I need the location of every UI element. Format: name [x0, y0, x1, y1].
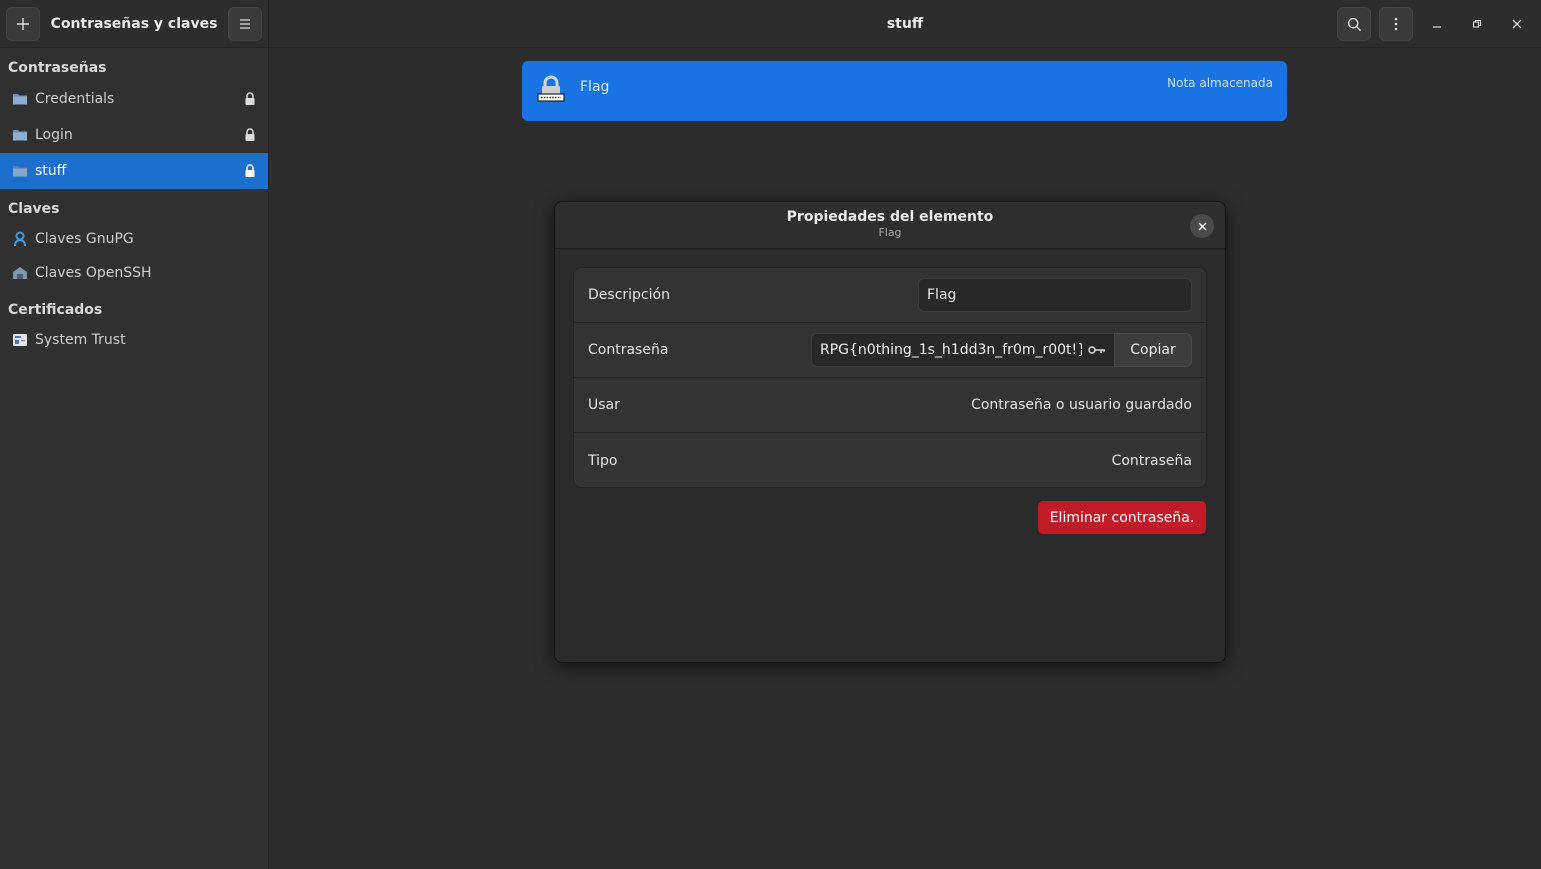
minimize-icon — [1433, 26, 1441, 28]
section-title-passwords: Contraseñas — [8, 60, 107, 76]
sidebar-item-label: Claves GnuPG — [35, 231, 134, 247]
search-icon — [1347, 17, 1361, 31]
folder-icon — [12, 91, 28, 107]
folder-icon — [12, 127, 28, 143]
lock-icon — [244, 92, 256, 106]
restore-icon — [1472, 19, 1482, 28]
header-actions — [1337, 7, 1533, 41]
properties-list: Descripción Flag Contraseña RPG{n0thing_… — [573, 267, 1207, 488]
description-field[interactable]: Flag — [918, 278, 1192, 312]
lock-icon — [244, 164, 256, 178]
dialog-subtitle: Flag — [878, 226, 902, 239]
add-button[interactable] — [6, 6, 40, 41]
gnupg-key-icon — [12, 231, 28, 247]
main-menu-button[interactable] — [228, 6, 262, 41]
certificate-icon — [12, 332, 28, 348]
ssh-key-icon — [12, 265, 28, 281]
password-field[interactable]: RPG{n0thing_1s_h1dd3n_fr0m_r00t!} — [811, 333, 1114, 367]
close-icon — [1512, 19, 1522, 29]
description-row: Descripción Flag — [574, 268, 1206, 323]
sidebar-item-label: Credentials — [35, 91, 115, 107]
lock-icon — [244, 128, 256, 142]
description-value: Flag — [927, 287, 957, 303]
minimize-button[interactable] — [1421, 7, 1453, 41]
sidebar: Contraseñas y claves Contraseñas Credent… — [0, 0, 269, 869]
type-value: Contraseña — [1111, 452, 1192, 469]
main-header: stuff — [269, 0, 1541, 48]
kebab-menu-icon — [1394, 17, 1398, 31]
close-icon — [1197, 221, 1207, 231]
app-title: Contraseñas y claves — [50, 15, 218, 32]
sidebar-item-label: Claves OpenSSH — [35, 265, 152, 281]
folder-icon — [12, 163, 28, 179]
sidebar-item-system-trust[interactable]: System Trust — [0, 322, 268, 358]
stored-note-lock-icon — [536, 75, 566, 107]
section-title-keys: Claves — [8, 201, 60, 217]
sidebar-item-label: Login — [35, 127, 73, 143]
item-properties-dialog: Propiedades del elemento Flag Descripció… — [554, 201, 1226, 663]
dialog-title: Propiedades del elemento — [786, 209, 994, 225]
dialog-header: Propiedades del elemento Flag — [555, 202, 1225, 249]
section-title-certificates: Certificados — [8, 302, 103, 318]
sidebar-item-openssh[interactable]: Claves OpenSSH — [0, 255, 268, 291]
maximize-button[interactable] — [1461, 7, 1493, 41]
type-label: Tipo — [588, 452, 618, 469]
sidebar-item-label: stuff — [35, 163, 67, 179]
usage-row: Usar Contraseña o usuario guardado — [574, 378, 1206, 433]
copy-password-button[interactable]: Copiar — [1114, 333, 1192, 367]
sidebar-header: Contraseñas y claves — [0, 0, 268, 48]
sidebar-item-credentials[interactable]: Credentials — [0, 81, 268, 117]
type-row: Tipo Contraseña — [574, 433, 1206, 487]
more-options-button[interactable] — [1379, 7, 1413, 41]
usage-label: Usar — [588, 397, 620, 413]
sidebar-item-label: System Trust — [35, 332, 126, 348]
close-window-button[interactable] — [1501, 7, 1533, 41]
usage-value: Contraseña o usuario guardado — [971, 397, 1192, 413]
hamburger-icon — [240, 18, 250, 29]
dialog-close-button[interactable] — [1190, 214, 1214, 238]
password-value: RPG{n0thing_1s_h1dd3n_fr0m_r00t!} — [820, 342, 1082, 358]
list-item[interactable]: Flag Nota almacenada — [522, 61, 1287, 121]
list-item-kind: Nota almacenada — [1167, 76, 1273, 90]
search-button[interactable] — [1337, 7, 1371, 41]
plus-icon — [17, 17, 29, 30]
sidebar-item-stuff[interactable]: stuff — [0, 153, 268, 189]
delete-password-button[interactable]: Eliminar contraseña. — [1038, 501, 1206, 534]
reveal-password-icon[interactable] — [1088, 345, 1106, 355]
sidebar-item-login[interactable]: Login — [0, 117, 268, 153]
password-row: Contraseña RPG{n0thing_1s_h1dd3n_fr0m_r0… — [574, 323, 1206, 378]
sidebar-item-gnupg[interactable]: Claves GnuPG — [0, 221, 268, 257]
